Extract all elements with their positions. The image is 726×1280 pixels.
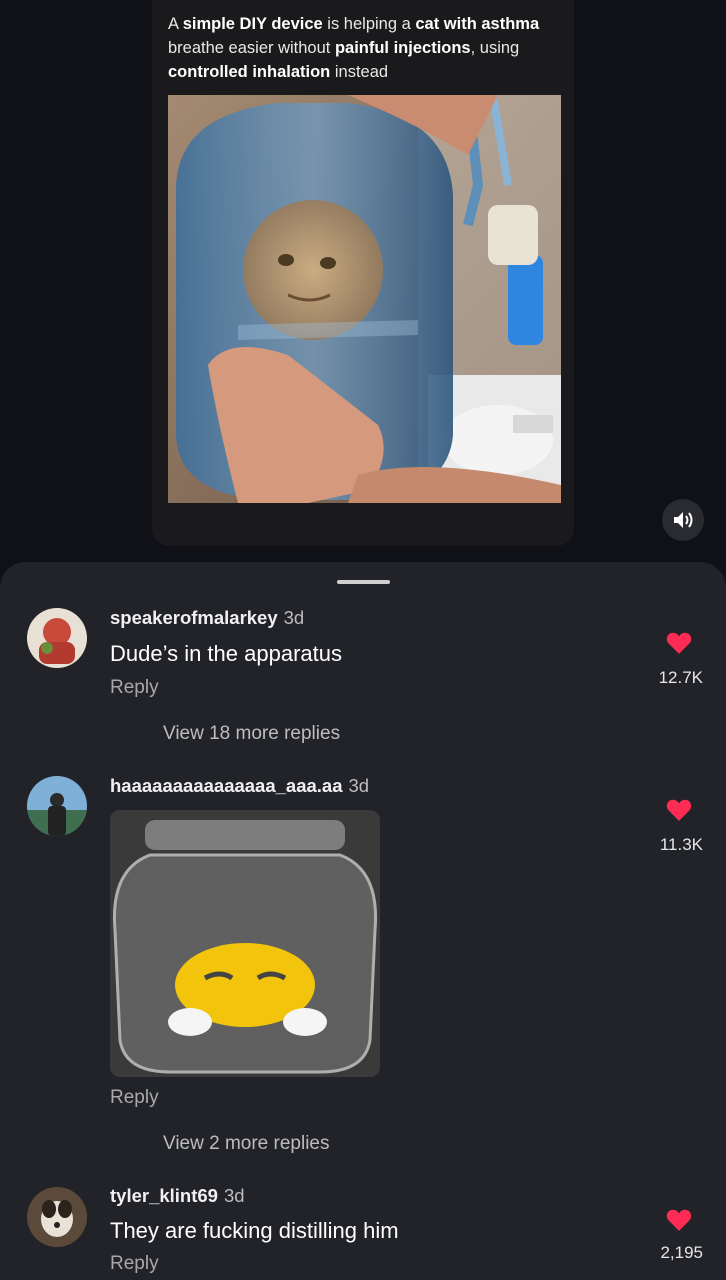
- username-text[interactable]: speakerofmalarkey: [110, 607, 278, 628]
- avatar[interactable]: [27, 776, 87, 836]
- caption-part: cat with asthma: [415, 15, 540, 33]
- comment-time: 3d: [223, 1185, 245, 1206]
- gif-sticker[interactable]: [110, 810, 380, 1077]
- video-caption: A simple DIY device is helping a cat wit…: [168, 12, 568, 84]
- like-count: 2,195: [660, 1243, 703, 1262]
- caption-part: breathe easier without: [168, 39, 335, 57]
- video-scene: [168, 95, 561, 503]
- reply-button[interactable]: Reply: [110, 677, 159, 699]
- caption-part: controlled inhalation: [168, 63, 331, 81]
- caption-part: A: [168, 15, 183, 33]
- heart-icon[interactable]: [666, 798, 692, 822]
- comment-text: Dude’s in the apparatus: [110, 641, 342, 666]
- speaker-icon: [674, 512, 693, 528]
- comment-username[interactable]: haaaaaaaaaaaaaaa_aaa.aa 3d: [110, 775, 369, 797]
- caption-part: , using: [470, 39, 520, 57]
- comment-text: They are fucking distilling him: [110, 1218, 399, 1243]
- video-frame: [168, 95, 561, 503]
- avatar-image: [27, 1187, 87, 1247]
- mute-button[interactable]: [662, 499, 704, 541]
- like-count: 12.7K: [658, 668, 703, 687]
- comments-sheet[interactable]: speakerofmalarkey 3d Dude’s in the appara…: [0, 562, 726, 1280]
- avatar[interactable]: [27, 1187, 87, 1247]
- reply-button[interactable]: Reply: [110, 1087, 159, 1109]
- heart-icon[interactable]: [666, 631, 692, 655]
- video-player[interactable]: A simple DIY device is helping a cat wit…: [0, 0, 726, 580]
- caption-part: painful injections: [334, 39, 471, 57]
- view-more-replies[interactable]: View 2 more replies: [163, 1133, 330, 1155]
- comment-username[interactable]: speakerofmalarkey 3d: [110, 607, 304, 629]
- like-count: 11.3K: [659, 835, 703, 854]
- avatar-image: [27, 776, 87, 836]
- caption-part: simple DIY device: [182, 15, 323, 33]
- comment-time: 3d: [348, 775, 370, 796]
- caption-part: is helping a: [322, 15, 416, 33]
- sheet-drag-handle[interactable]: [337, 580, 390, 584]
- view-more-replies[interactable]: View 18 more replies: [163, 723, 340, 745]
- username-text[interactable]: haaaaaaaaaaaaaaa_aaa.aa: [110, 775, 343, 796]
- avatar-image: [27, 608, 87, 668]
- reply-button[interactable]: Reply: [110, 1253, 159, 1275]
- emoji-in-jar-image: [110, 810, 380, 1077]
- comment-username[interactable]: tyler_klint69 3d: [110, 1185, 245, 1207]
- avatar[interactable]: [27, 608, 87, 668]
- comment-time: 3d: [283, 607, 305, 628]
- caption-part: instead: [330, 63, 389, 81]
- heart-icon[interactable]: [666, 1208, 692, 1232]
- username-text[interactable]: tyler_klint69: [110, 1185, 218, 1206]
